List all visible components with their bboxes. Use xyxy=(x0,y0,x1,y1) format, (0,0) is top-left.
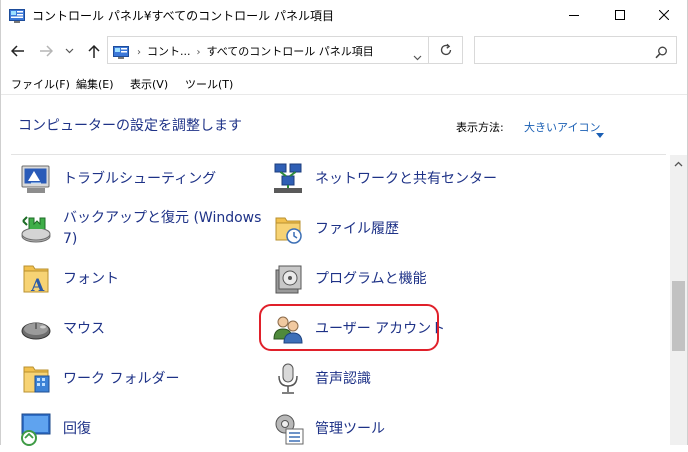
item-troubleshooting[interactable]: トラブルシューティング xyxy=(19,162,249,202)
item-label: バックアップと復元 (Windows 7) xyxy=(63,210,262,247)
arrow-left-icon xyxy=(11,45,24,57)
breadcrumb: › コント... › すべてのコントロール パネル項目 xyxy=(137,43,374,59)
item-administrative-tools[interactable]: 管理ツール xyxy=(271,412,471,452)
troubleshooting-icon xyxy=(19,162,53,196)
menu-bar: ファイル(F) 編集(E) 表示(V) ツール(T) xyxy=(1,72,687,94)
item-label: 音声認識 xyxy=(315,371,371,387)
maximize-button[interactable] xyxy=(597,0,643,30)
menu-divider xyxy=(1,94,687,95)
item-label: ワーク フォルダー xyxy=(63,371,180,387)
navigation-bar: › コント... › すべてのコントロール パネル項目 xyxy=(1,34,687,68)
breadcrumb-item[interactable]: コント... xyxy=(147,45,191,58)
breadcrumb-item[interactable]: すべてのコントロール パネル項目 xyxy=(207,45,374,58)
search-input[interactable] xyxy=(479,41,653,61)
minimize-icon xyxy=(569,15,579,16)
chevron-down-icon xyxy=(413,55,422,61)
menu-file[interactable]: ファイル(F) xyxy=(11,76,70,92)
item-label: プログラムと機能 xyxy=(315,271,427,287)
item-label: 回復 xyxy=(63,421,91,437)
item-backup-restore[interactable]: バックアップと復元 (Windows 7) xyxy=(19,210,261,252)
item-programs-features[interactable]: プログラムと機能 xyxy=(271,262,531,302)
forward-button[interactable] xyxy=(37,42,55,60)
refresh-button[interactable] xyxy=(429,36,463,64)
breadcrumb-separator-icon: › xyxy=(137,47,141,58)
scroll-up-button[interactable] xyxy=(670,155,687,172)
item-label: ファイル履歴 xyxy=(315,221,399,237)
recovery-icon xyxy=(19,412,53,446)
mouse-icon xyxy=(19,312,53,346)
item-label: フォント xyxy=(63,271,119,287)
maximize-icon xyxy=(615,10,625,20)
item-mouse[interactable]: マウス xyxy=(19,312,219,352)
page-title: コンピューターの設定を調整します xyxy=(18,118,242,134)
work-folders-icon xyxy=(19,362,53,396)
chevron-down-icon xyxy=(65,48,73,54)
programs-icon xyxy=(271,262,305,296)
view-by-label: 表示方法: xyxy=(456,121,504,134)
search-box[interactable] xyxy=(474,36,677,64)
arrow-up-icon xyxy=(88,44,100,58)
view-by-dropdown[interactable]: 大きいアイコン xyxy=(524,119,600,135)
item-speech-recognition[interactable]: 音声認識 xyxy=(271,362,471,402)
control-panel-small-icon xyxy=(113,44,129,59)
close-icon xyxy=(659,10,669,20)
close-button[interactable] xyxy=(641,0,687,30)
fonts-icon: A xyxy=(19,262,53,296)
scroll-thumb[interactable] xyxy=(672,281,685,351)
content-divider xyxy=(11,154,666,155)
chevron-up-icon xyxy=(674,161,683,166)
address-history-button[interactable] xyxy=(413,46,422,65)
dropdown-triangle-icon[interactable] xyxy=(596,123,604,142)
item-recovery[interactable]: 回復 xyxy=(19,412,219,452)
microphone-icon xyxy=(271,362,305,396)
svg-text:A: A xyxy=(30,276,45,296)
item-network-sharing-center[interactable]: ネットワークと共有センター xyxy=(271,162,571,202)
highlight-annotation xyxy=(259,304,439,351)
item-label: ネットワークと共有センター xyxy=(315,171,497,187)
refresh-icon xyxy=(440,43,451,56)
recent-locations-button[interactable] xyxy=(63,42,75,60)
menu-tools[interactable]: ツール(T) xyxy=(185,76,233,92)
search-icon[interactable] xyxy=(655,44,668,63)
control-panel-window: コントロール パネル¥すべてのコントロール パネル項目 › コント... › す… xyxy=(0,0,688,446)
breadcrumb-separator-icon: › xyxy=(196,47,201,58)
window-title: コントロール パネル¥すべてのコントロール パネル項目 xyxy=(32,9,334,23)
item-label: トラブルシューティング xyxy=(63,171,217,187)
control-panel-app-icon xyxy=(9,8,25,23)
item-fonts[interactable]: A フォント xyxy=(19,262,219,302)
vertical-scrollbar[interactable] xyxy=(670,155,687,445)
item-work-folders[interactable]: ワーク フォルダー xyxy=(19,362,239,402)
address-bar[interactable]: › コント... › すべてのコントロール パネル項目 xyxy=(107,36,429,64)
network-icon xyxy=(271,162,305,196)
back-button[interactable] xyxy=(9,42,27,60)
backup-icon xyxy=(19,212,53,246)
item-file-history[interactable]: ファイル履歴 xyxy=(271,212,531,252)
file-history-icon xyxy=(271,212,305,246)
title-bar[interactable]: コントロール パネル¥すべてのコントロール パネル項目 xyxy=(1,0,687,30)
minimize-button[interactable] xyxy=(551,0,597,30)
admin-tools-icon xyxy=(271,412,305,446)
arrow-right-icon xyxy=(40,45,53,57)
item-label: マウス xyxy=(63,321,105,337)
menu-view[interactable]: 表示(V) xyxy=(130,76,168,92)
menu-edit[interactable]: 編集(E) xyxy=(76,76,114,92)
item-label: 管理ツール xyxy=(315,421,385,437)
up-button[interactable] xyxy=(85,42,103,60)
